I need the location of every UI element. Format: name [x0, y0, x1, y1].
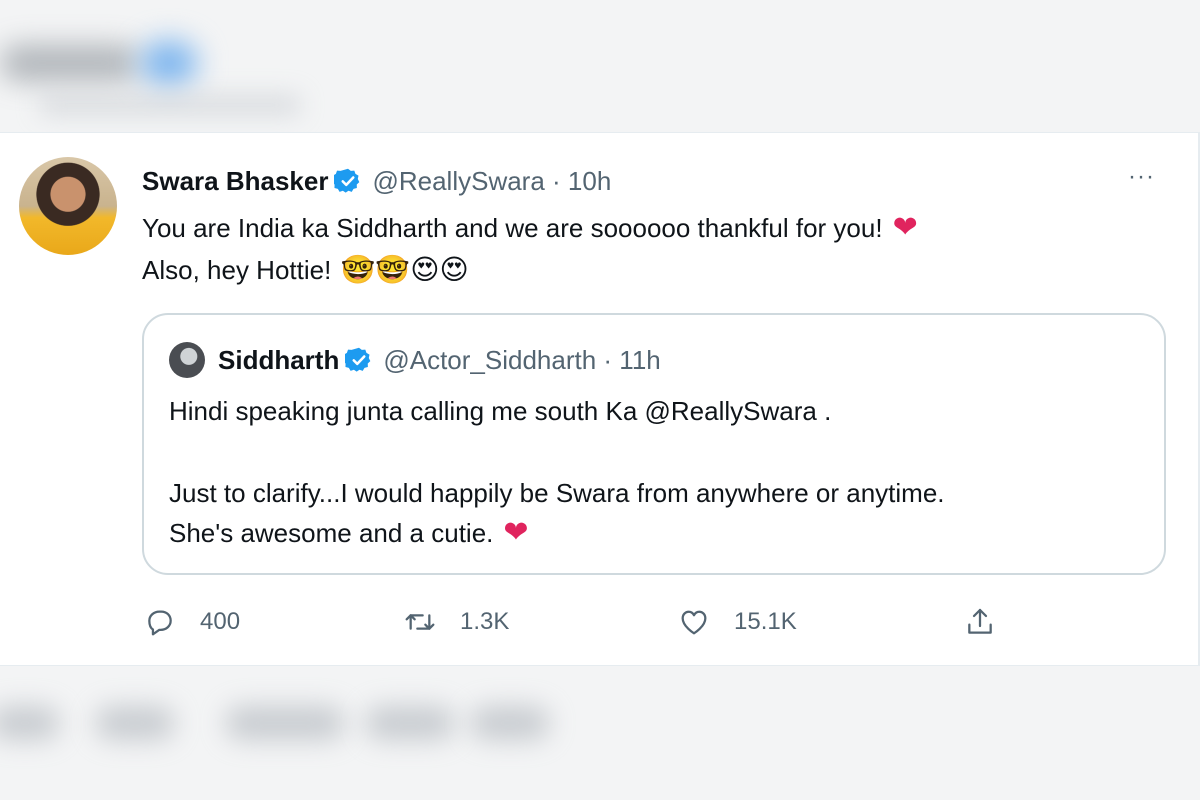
quoted-tweet[interactable]: Siddharth @Actor_Siddharth · 11h Hindi s…	[142, 313, 1166, 575]
quoted-text: Hindi speaking junta calling me south Ka…	[169, 396, 832, 426]
blurred-shape	[470, 706, 550, 740]
author-name[interactable]: Swara Bhasker	[142, 166, 328, 197]
tweet-text-line: You are India ka Siddharth and we are so…	[142, 210, 918, 246]
emoji-group: 🤓🤓😍😍	[340, 254, 469, 285]
reply-count: 400	[200, 608, 241, 635]
verified-badge-icon	[345, 347, 371, 372]
like-button[interactable]: 15.1K	[678, 600, 797, 644]
quoted-text-line: She's awesome and a cutie. ❤	[169, 515, 529, 551]
reply-button[interactable]: 400	[144, 600, 240, 644]
author-avatar[interactable]	[19, 157, 117, 255]
tweet-text: Also, hey Hottie!	[142, 255, 332, 285]
quoted-text: She's awesome and a cutie.	[169, 518, 494, 548]
like-count: 15.1K	[734, 608, 797, 635]
reply-icon	[148, 610, 172, 636]
quoted-author-avatar	[169, 342, 205, 378]
quoted-tweet-header: Siddharth @Actor_Siddharth · 11h	[218, 340, 661, 380]
tweet-actions: 400 1.3K 15.1K	[142, 600, 1042, 644]
blurred-shape	[365, 706, 455, 740]
author-handle[interactable]: @ReallySwara · 10h	[372, 166, 611, 197]
quoted-author-name: Siddharth	[218, 344, 340, 375]
blurred-shape	[40, 95, 300, 115]
heart-icon	[681, 610, 707, 635]
tweet-text: You are India ka Siddharth and we are so…	[142, 213, 883, 243]
retweet-button[interactable]: 1.3K	[404, 600, 509, 644]
more-options-icon[interactable]: ···	[1128, 163, 1155, 191]
quoted-text: Just to clarify...I would happily be Swa…	[169, 478, 945, 508]
blurred-header	[0, 0, 1200, 132]
blurred-footer	[0, 666, 1200, 800]
blurred-shape	[0, 706, 60, 740]
verified-badge-icon	[334, 168, 360, 193]
share-button[interactable]	[964, 600, 996, 644]
heart-emoji: ❤	[892, 211, 918, 244]
retweet-count: 1.3K	[460, 608, 510, 635]
heart-emoji: ❤	[503, 516, 529, 549]
tweet-header: Swara Bhasker @ReallySwara · 10h	[142, 163, 611, 199]
blurred-shape	[140, 40, 198, 86]
blurred-shape	[225, 706, 345, 740]
retweet-icon	[405, 614, 435, 630]
tweet-text-line: Also, hey Hottie! 🤓🤓😍😍	[142, 252, 469, 288]
quoted-author-handle: @Actor_Siddharth · 11h	[383, 344, 661, 375]
blurred-shape	[95, 706, 175, 740]
blurred-shape	[0, 45, 140, 81]
share-icon	[968, 608, 992, 634]
